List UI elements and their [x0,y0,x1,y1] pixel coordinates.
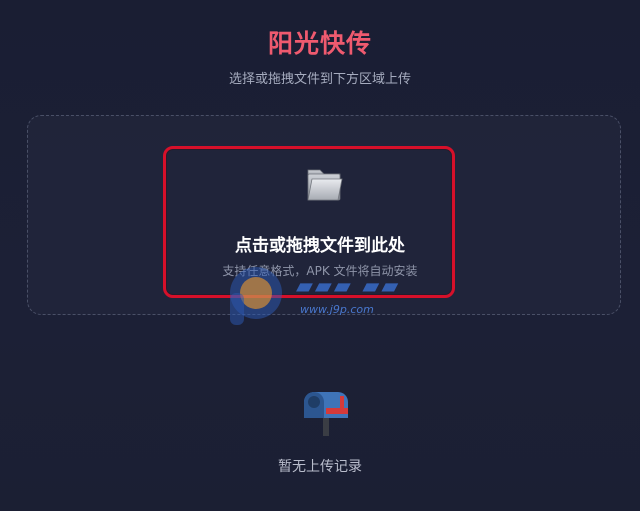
watermark-brand: ▰▰▰ ▰▰ [296,274,401,299]
drop-zone-title: 点击或拖拽文件到此处 [235,236,405,256]
empty-history-text: 暂无上传记录 [278,459,362,475]
app-subtitle: 选择或拖拽文件到下方区域上传 [228,72,411,87]
folder-icon [307,169,343,201]
app-title: 阳光快传 [267,29,372,58]
watermark-url: www.j9p.com [300,303,374,316]
mailbox-icon [304,392,348,436]
